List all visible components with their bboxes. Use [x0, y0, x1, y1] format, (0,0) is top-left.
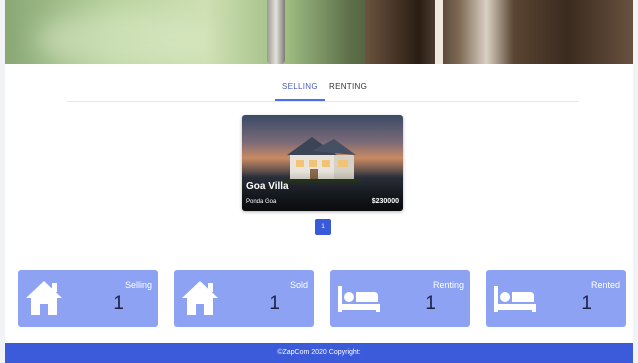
bed-icon	[338, 286, 380, 312]
tabs-divider	[67, 101, 579, 102]
key-image	[267, 0, 285, 64]
stat-label: Sold	[289, 280, 308, 290]
stat-card-selling: Selling 1	[18, 270, 158, 327]
stat-label: Selling	[124, 280, 152, 290]
home-icon	[182, 281, 218, 315]
hero-banner	[5, 0, 633, 64]
listing-tabs: SELLING RENTING	[5, 82, 633, 102]
stat-value: 1	[113, 293, 124, 314]
tab-selling[interactable]: SELLING	[282, 82, 318, 91]
stat-value: 1	[425, 293, 436, 314]
stat-card-renting: Renting 1	[330, 270, 470, 327]
property-card[interactable]: Goa Villa Ponda Goa $230000	[242, 115, 403, 211]
tab-renting[interactable]: RENTING	[329, 82, 367, 91]
pagination-page-button[interactable]: 1	[315, 219, 331, 235]
stat-label: Renting	[432, 280, 464, 290]
stat-value: 1	[269, 293, 280, 314]
stat-card-rented: Rented 1	[486, 270, 626, 327]
stat-card-sold: Sold 1	[174, 270, 314, 327]
footer: ©ZapCom 2020 Copyright:	[5, 343, 633, 363]
home-icon	[26, 281, 62, 315]
property-price: $230000	[371, 198, 399, 205]
stat-label: Rented	[590, 280, 620, 290]
property-title: Goa Villa	[246, 181, 289, 192]
stat-value: 1	[581, 293, 592, 314]
bed-icon	[494, 286, 536, 312]
property-location: Ponda Goa	[246, 199, 277, 205]
app-frame: SELLING RENTING Goa Villa Ponda Goa $230…	[5, 0, 633, 363]
